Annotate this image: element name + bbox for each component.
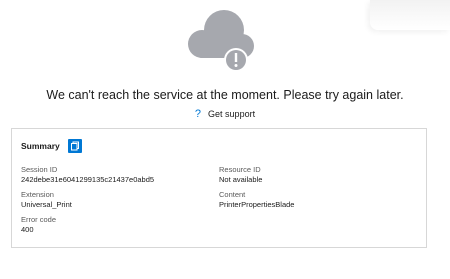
resource-id-field: Resource ID Not available <box>219 165 262 185</box>
copy-icon <box>70 141 79 151</box>
question-icon: ? <box>194 108 202 120</box>
resource-id-value: Not available <box>219 175 263 184</box>
cloud-error-illustration <box>180 8 260 74</box>
error-message: We can't reach the service at the moment… <box>46 88 404 102</box>
cloud-warning-icon <box>188 10 254 72</box>
error-code-field: Error code 400 <box>21 215 56 235</box>
get-support-link[interactable]: ? Get support <box>0 108 450 120</box>
extension-value: Universal_Print <box>21 200 72 209</box>
error-code-label: Error code <box>21 215 57 224</box>
content-label: Content <box>219 190 246 199</box>
content-value: PrinterPropertiesBlade <box>219 200 295 209</box>
summary-title: Summary <box>21 141 60 151</box>
resource-id-label: Resource ID <box>219 165 261 174</box>
get-support-label: Get support <box>208 109 256 119</box>
error-code-value: 400 <box>21 225 34 234</box>
summary-panel: Summary Session ID 242debe31e6041299135c… <box>11 128 427 248</box>
session-id-field: Session ID 242debe31e6041299135c21437e0a… <box>21 165 154 185</box>
top-right-panel-edge <box>370 0 450 30</box>
extension-field: Extension Universal_Print <box>21 190 72 210</box>
session-id-label: Session ID <box>21 165 58 174</box>
summary-header: Summary <box>21 139 82 153</box>
session-id-value: 242debe31e6041299135c21437e0abd5 <box>21 175 155 184</box>
content-field: Content PrinterPropertiesBlade <box>219 190 294 210</box>
copy-button[interactable] <box>67 139 82 153</box>
extension-label: Extension <box>21 190 54 199</box>
